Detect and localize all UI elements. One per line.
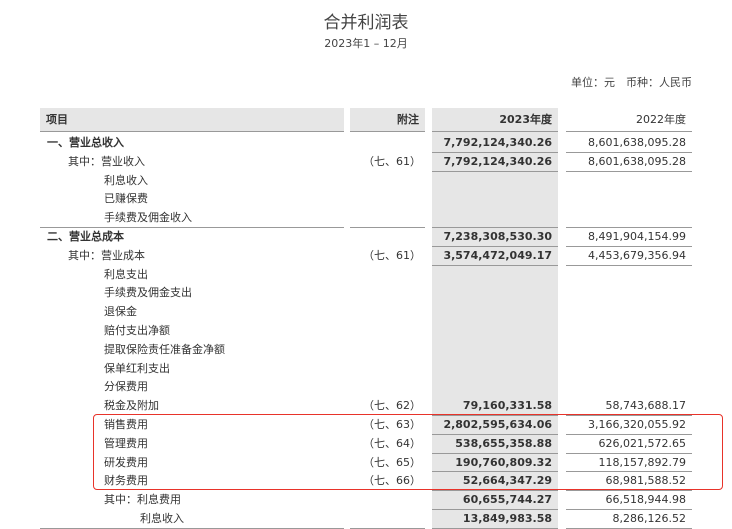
value-2023 bbox=[432, 341, 558, 360]
row-note bbox=[350, 266, 425, 285]
row-label: 已赚保费 bbox=[104, 192, 148, 206]
value-2022: 66,518,944.98 bbox=[566, 491, 692, 510]
value-2023: 13,849,983.58 bbox=[432, 510, 558, 529]
row-label: 提取保险责任准备金净额 bbox=[104, 342, 225, 356]
row-label: 保单红利支出 bbox=[104, 361, 170, 375]
value-2023: 7,792,124,340.26 bbox=[432, 134, 558, 153]
value-2023 bbox=[432, 378, 558, 397]
row-label: 赔付支出净额 bbox=[104, 323, 170, 337]
row-label: 其中：营业收入 bbox=[68, 154, 145, 168]
value-2023: 60,655,744.27 bbox=[432, 491, 558, 510]
table-row: 提取保险责任准备金净额 bbox=[0, 341, 732, 360]
row-note bbox=[350, 360, 425, 379]
value-2023: 3,574,472,049.17 bbox=[432, 247, 558, 266]
header-item: 项目 bbox=[40, 108, 344, 132]
value-2023 bbox=[432, 266, 558, 285]
value-2023 bbox=[432, 360, 558, 379]
row-label: 分保费用 bbox=[104, 380, 148, 394]
row-note bbox=[350, 209, 425, 228]
header-note: 附注 bbox=[350, 108, 425, 132]
row-label: 退保金 bbox=[104, 305, 137, 319]
row-label: 一、营业总收入 bbox=[47, 136, 124, 149]
table-row: 赔付支出净额 bbox=[0, 322, 732, 341]
row-note bbox=[350, 510, 425, 529]
value-2022 bbox=[566, 341, 692, 360]
row-label: 二、营业总成本 bbox=[47, 229, 124, 243]
row-note bbox=[350, 341, 425, 360]
table-row: 分保费用 bbox=[0, 378, 732, 397]
value-2023 bbox=[432, 172, 558, 191]
row-label: 利息收入 bbox=[40, 510, 344, 529]
value-2022: 8,601,638,095.28 bbox=[566, 153, 692, 172]
row-label: 手续费及佣金收入 bbox=[40, 209, 344, 228]
row-note bbox=[350, 378, 425, 397]
table-row: 保单红利支出 bbox=[0, 360, 732, 379]
row-label: 其中：利息费用 bbox=[104, 493, 181, 507]
table-row: 其中：利息费用 60,655,744.27 66,518,944.98 bbox=[0, 491, 732, 510]
unit-currency: 单位：元 币种：人民币 bbox=[571, 76, 692, 89]
row-label: 手续费及佣金支出 bbox=[104, 286, 192, 300]
row-note bbox=[350, 303, 425, 322]
table-row: 二、营业总成本 7,238,308,530.30 8,491,904,154.99 bbox=[0, 228, 732, 247]
row-label: 其中：营业成本 bbox=[68, 248, 145, 262]
value-2022 bbox=[566, 190, 692, 209]
row-note bbox=[350, 134, 425, 153]
value-2023 bbox=[432, 284, 558, 303]
value-2022 bbox=[566, 360, 692, 379]
table-row: 手续费及佣金支出 bbox=[0, 284, 732, 303]
row-label: 利息收入 bbox=[104, 173, 148, 187]
value-2022: 8,286,126.52 bbox=[566, 510, 692, 529]
value-2022 bbox=[566, 266, 692, 285]
value-2022 bbox=[566, 378, 692, 397]
table-row: 利息收入 13,849,983.58 8,286,126.52 bbox=[0, 510, 732, 529]
header-2023: 2023年度 bbox=[432, 108, 558, 132]
value-2023 bbox=[432, 322, 558, 341]
value-2022 bbox=[566, 284, 692, 303]
value-2023 bbox=[432, 190, 558, 209]
table-row: 利息支出 bbox=[0, 266, 732, 285]
row-label: 利息支出 bbox=[104, 267, 148, 281]
row-note: （七、61） bbox=[363, 154, 421, 168]
row-note bbox=[350, 172, 425, 191]
report-title: 合并利润表 bbox=[323, 13, 409, 33]
row-note bbox=[350, 322, 425, 341]
value-2023: 7,792,124,340.26 bbox=[432, 153, 558, 172]
value-2023: 7,238,308,530.30 bbox=[432, 228, 558, 247]
row-note bbox=[350, 228, 425, 247]
value-2023 bbox=[432, 303, 558, 322]
value-2022: 4,453,679,356.94 bbox=[566, 247, 692, 266]
highlight-box bbox=[93, 414, 723, 490]
table-row: 手续费及佣金收入 bbox=[0, 209, 732, 228]
table-row: 一、营业总收入 7,792,124,340.26 8,601,638,095.28 bbox=[0, 134, 732, 153]
value-2022: 8,491,904,154.99 bbox=[566, 228, 692, 247]
table-row: 利息收入 bbox=[0, 172, 732, 191]
value-2023 bbox=[432, 209, 558, 228]
table-row: 其中：营业成本 （七、61） 3,574,472,049.17 4,453,679,3… bbox=[0, 247, 732, 266]
value-2022 bbox=[566, 322, 692, 341]
report-period: 2023年1 – 12月 bbox=[324, 37, 408, 50]
row-note bbox=[350, 491, 425, 510]
row-note bbox=[350, 190, 425, 209]
table-row: 已赚保费 bbox=[0, 190, 732, 209]
row-note bbox=[350, 284, 425, 303]
value-2022 bbox=[566, 209, 692, 228]
table-row: 其中：营业收入 （七、61） 7,792,124,340.26 8,601,638,0… bbox=[0, 153, 732, 172]
header-2022: 2022年度 bbox=[566, 108, 692, 132]
value-2022: 8,601,638,095.28 bbox=[566, 134, 692, 153]
table-row: 退保金 bbox=[0, 303, 732, 322]
value-2022 bbox=[566, 303, 692, 322]
row-note: （七、61） bbox=[363, 248, 421, 262]
value-2022 bbox=[566, 172, 692, 191]
